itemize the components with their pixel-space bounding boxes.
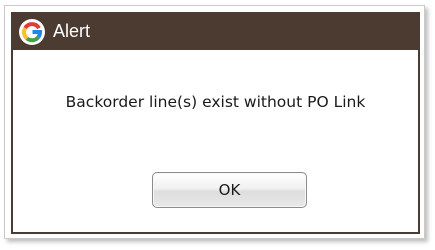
ok-button[interactable]: OK: [152, 172, 307, 208]
dialog-titlebar: Alert: [13, 14, 418, 50]
app-logo-icon: [19, 19, 45, 45]
alert-dialog: Alert Backorder line(s) exist without PO…: [11, 12, 420, 234]
alert-message: Backorder line(s) exist without PO Link: [65, 93, 366, 111]
dialog-title: Alert: [53, 21, 91, 41]
screenshot-frame: Alert Backorder line(s) exist without PO…: [4, 5, 425, 239]
